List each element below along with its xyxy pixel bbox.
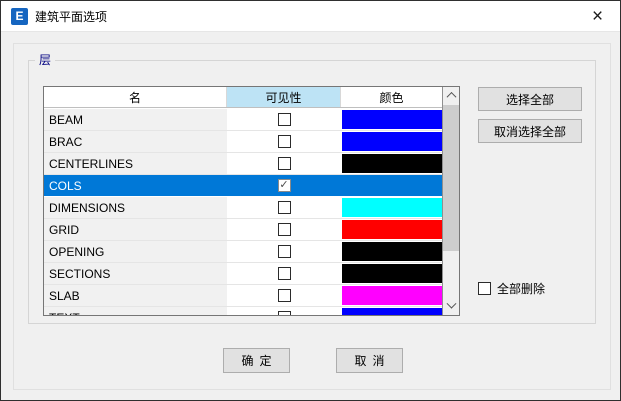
visibility-cell (227, 219, 341, 240)
layer-name: DIMENSIONS (44, 197, 227, 218)
table-row[interactable]: COLS ✓ (44, 175, 442, 197)
color-cell[interactable] (341, 241, 442, 262)
delete-all-checkbox[interactable] (478, 282, 491, 295)
layer-color-swatch (342, 198, 442, 217)
table-row[interactable]: OPENING (44, 241, 442, 263)
table-row[interactable]: BRAC (44, 131, 442, 153)
visibility-checkbox[interactable] (278, 245, 291, 258)
select-all-button[interactable]: 选择全部 (478, 87, 582, 111)
layer-color-swatch (342, 220, 442, 239)
groupbox-label: 层 (35, 52, 55, 68)
color-cell[interactable] (341, 263, 442, 284)
visibility-checkbox[interactable] (278, 311, 291, 315)
color-cell[interactable] (341, 307, 442, 315)
app-icon: E (11, 8, 28, 25)
visibility-checkbox[interactable] (278, 289, 291, 302)
visibility-checkbox[interactable] (278, 135, 291, 148)
table-body: BEAMBRACCENTERLINESCOLS ✓ DIMENSIONSGRIDOP… (44, 109, 442, 315)
table-row[interactable]: SLAB (44, 285, 442, 307)
layer-color-swatch (342, 132, 442, 151)
scrollbar-thumb[interactable] (443, 105, 459, 251)
visibility-cell (227, 197, 341, 218)
ok-button[interactable]: 确定 (223, 348, 290, 373)
visibility-cell (227, 241, 341, 262)
layer-color-swatch (342, 154, 442, 173)
scrollbar-up-button[interactable] (443, 87, 459, 104)
layer-name: SECTIONS (44, 263, 227, 284)
visibility-checkbox[interactable] (278, 157, 291, 170)
visibility-checkbox[interactable] (278, 201, 291, 214)
column-header-name[interactable]: 名 (44, 87, 227, 107)
delete-all-label: 全部删除 (497, 280, 545, 297)
visibility-cell: ✓ (227, 175, 341, 196)
visibility-checkbox[interactable] (278, 223, 291, 236)
layer-color-swatch (342, 286, 442, 305)
table-row[interactable]: BEAM (44, 109, 442, 131)
close-button[interactable]: × (575, 1, 620, 32)
layer-name: GRID (44, 219, 227, 240)
visibility-cell (227, 153, 341, 174)
layer-name: COLS (44, 175, 227, 196)
delete-all-control: 全部删除 (478, 280, 545, 297)
color-cell[interactable] (341, 131, 442, 152)
color-cell[interactable] (341, 175, 442, 196)
color-cell[interactable] (341, 285, 442, 306)
layer-color-swatch (342, 176, 442, 195)
chevron-up-icon (446, 92, 456, 102)
layers-table: 名 可见性 颜色 BEAMBRACCENTERLINESCOLS ✓ DIMENSI… (43, 86, 460, 316)
cancel-button[interactable]: 取消 (336, 348, 403, 373)
visibility-checkbox[interactable] (278, 267, 291, 280)
table-row[interactable]: CENTERLINES (44, 153, 442, 175)
scrollbar-down-button[interactable] (443, 298, 459, 315)
visibility-cell (227, 285, 341, 306)
layer-name: BRAC (44, 131, 227, 152)
vertical-scrollbar[interactable] (442, 87, 459, 315)
layer-name: CENTERLINES (44, 153, 227, 174)
visibility-cell (227, 131, 341, 152)
visibility-checkbox[interactable] (278, 113, 291, 126)
visibility-cell (227, 109, 341, 130)
dialog-window: E 建筑平面选项 × 层 名 可见性 颜色 BEAMBRACCENTERLINE… (0, 0, 621, 401)
color-cell[interactable] (341, 153, 442, 174)
layer-color-swatch (342, 242, 442, 261)
color-cell[interactable] (341, 197, 442, 218)
layer-name: BEAM (44, 109, 227, 130)
layer-name: OPENING (44, 241, 227, 262)
chevron-down-icon (446, 299, 456, 309)
table-header-row: 名 可见性 颜色 (44, 87, 459, 108)
table-row[interactable]: GRID (44, 219, 442, 241)
layer-color-swatch (342, 264, 442, 283)
layer-color-swatch (342, 308, 442, 315)
window-title: 建筑平面选项 (35, 8, 107, 25)
deselect-all-button[interactable]: 取消选择全部 (478, 119, 582, 143)
table-row[interactable]: DIMENSIONS (44, 197, 442, 219)
column-header-color[interactable]: 颜色 (341, 87, 442, 107)
layer-color-swatch (342, 110, 442, 129)
table-row[interactable]: SECTIONS (44, 263, 442, 285)
table-row[interactable]: TEXT (44, 307, 442, 315)
color-cell[interactable] (341, 109, 442, 130)
layer-name: SLAB (44, 285, 227, 306)
color-cell[interactable] (341, 219, 442, 240)
layer-name: TEXT (44, 307, 227, 315)
visibility-checkbox[interactable]: ✓ (278, 179, 291, 192)
title-bar: E 建筑平面选项 × (1, 1, 620, 32)
visibility-cell (227, 263, 341, 284)
visibility-cell (227, 307, 341, 315)
column-header-visibility[interactable]: 可见性 (227, 87, 341, 107)
